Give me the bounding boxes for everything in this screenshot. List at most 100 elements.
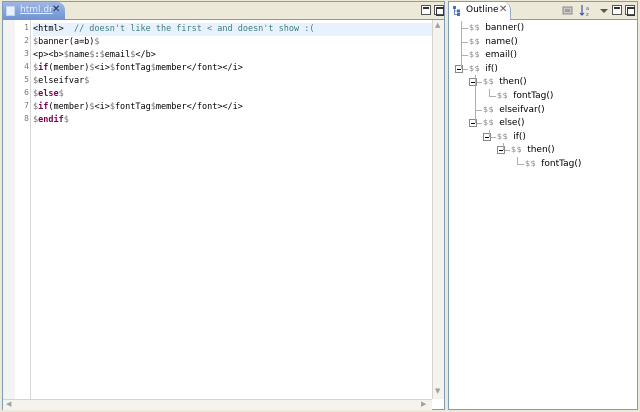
code-token-var: (member): [48, 63, 90, 73]
tree-connector: [517, 157, 518, 164]
node-type-icon: $$: [525, 159, 537, 168]
code-token-comment: // doesn't like the first < and doesn't …: [63, 24, 315, 34]
outline-tab[interactable]: Outline ✕: [449, 2, 511, 20]
code-token-tag: <i>: [94, 63, 110, 73]
line-number-ruler: 1 2 3 4 5 6 7 8: [15, 20, 31, 399]
code-token-tag: <html>: [33, 24, 64, 34]
tree-connector: [475, 75, 476, 124]
code-token-tag: <p><b>: [33, 50, 64, 60]
line-number: 8: [24, 114, 29, 123]
outline-node[interactable]: $$ else(): [483, 116, 524, 129]
outline-node-label: else(): [499, 118, 525, 129]
node-type-icon: $$: [497, 91, 509, 100]
html-file-icon: [6, 6, 15, 16]
code-token-var: banner(a=b): [38, 37, 95, 47]
outline-node[interactable]: $$ fontTag(): [497, 89, 553, 102]
node-type-icon: $$: [469, 36, 481, 46]
tree-connector: [517, 164, 524, 165]
svg-text:z: z: [586, 12, 589, 17]
tree-connector: [461, 55, 468, 57]
tree-connector: [461, 21, 462, 69]
node-type-icon: $$: [469, 63, 481, 73]
code-line[interactable]: $else$: [33, 88, 432, 101]
outline-node[interactable]: $$ if(): [497, 130, 526, 143]
code-line[interactable]: <html> // doesn't like the first < and d…: [33, 23, 432, 36]
code-token-var: member: [155, 102, 187, 112]
close-icon[interactable]: ✕: [52, 4, 60, 15]
hide-fields-icon[interactable]: [561, 4, 575, 17]
outline-tree[interactable]: $$ banner() $$ name() $$ email() $$ if() $$ then(…: [449, 21, 637, 409]
code-token-tag: <i>: [94, 102, 110, 112]
outline-icon: [453, 6, 460, 16]
outline-node[interactable]: $$ email(): [469, 48, 517, 61]
line-number: 5: [24, 75, 29, 84]
tree-connector: [461, 41, 468, 43]
editor-tab-label: html.dr: [20, 5, 53, 15]
outline-node[interactable]: $$ elseifvar(): [483, 103, 545, 116]
code-line[interactable]: $banner(a=b)$: [33, 36, 432, 49]
code-area[interactable]: <html> // doesn't like the first < and d…: [33, 20, 432, 399]
maximize-button[interactable]: [625, 5, 635, 16]
scroll-right-icon[interactable]: ▶: [421, 400, 426, 408]
tree-connector: [489, 129, 490, 137]
vertical-scrollbar[interactable]: ▲ ▼: [432, 20, 444, 399]
maximize-button[interactable]: [434, 5, 444, 16]
editor-tabbar: html.dr ✕: [3, 2, 444, 20]
line-number: 4: [24, 62, 29, 71]
line-number: 2: [24, 36, 29, 45]
scroll-left-icon[interactable]: ◀: [6, 400, 11, 408]
minimize-button[interactable]: [421, 5, 431, 15]
code-token-kw: if: [38, 102, 49, 112]
code-token-tag: </font></i>: [186, 63, 243, 73]
code-token-tag: </b>: [135, 50, 156, 60]
outline-node-label: fontTag(): [541, 159, 582, 169]
code-token-tag: </font></i>: [186, 102, 243, 112]
line-number: 3: [24, 49, 29, 58]
code-token-var: member: [155, 63, 187, 73]
annotation-gutter[interactable]: [3, 20, 15, 399]
outline-node-label: email(): [485, 50, 518, 61]
node-type-icon: $$: [469, 23, 481, 32]
code-token-var: fontTag: [114, 63, 151, 73]
code-line[interactable]: $if(member)$<i>$fontTag$member</font></i…: [33, 62, 432, 75]
outline-node[interactable]: $$ then(): [511, 143, 555, 156]
horizontal-scrollbar[interactable]: ◀ ▶: [3, 399, 432, 410]
line-number: 7: [24, 101, 29, 110]
code-token-dollar: $: [63, 115, 69, 125]
code-token-var: fontTag: [114, 102, 151, 112]
node-type-icon: $$: [511, 145, 523, 155]
outline-node-label: elseifvar(): [499, 104, 545, 115]
tree-connector: [489, 96, 496, 97]
outline-node[interactable]: $$ banner(): [469, 21, 524, 34]
node-type-icon: $$: [469, 50, 481, 60]
code-line[interactable]: $if(member)$<i>$fontTag$member</font></i…: [33, 101, 432, 114]
outline-node[interactable]: $$ then(): [483, 75, 527, 88]
outline-node[interactable]: $$ if(): [469, 62, 498, 75]
outline-tabbar: Outline ✕ a z: [449, 2, 637, 20]
view-menu-icon[interactable]: [597, 4, 611, 17]
outline-node[interactable]: $$ fontTag(): [525, 157, 581, 170]
line-number: 6: [24, 88, 29, 97]
code-line[interactable]: $elseifvar$: [33, 75, 432, 88]
close-icon[interactable]: ✕: [499, 4, 507, 15]
code-token-kw: else: [38, 89, 59, 99]
editor-pane: html.dr ✕ 1 2 3 4 5 6 7 8 <html> // doesn't lik…: [2, 1, 445, 410]
code-line[interactable]: <p><b>$name$:$email$</b>: [33, 49, 432, 62]
outline-node-label: name(): [485, 36, 518, 47]
tree-connector: [489, 89, 490, 96]
minimize-button[interactable]: [612, 5, 622, 15]
code-token-dollar: $: [58, 89, 64, 99]
outline-node-label: then(): [527, 145, 555, 156]
scroll-up-icon[interactable]: ▲: [435, 21, 440, 29]
code-token-var: email: [104, 50, 131, 60]
outline-view: Outline ✕ a z $$ banner() $$ name() $$ email(…: [448, 1, 638, 410]
sort-alpha-icon[interactable]: a z: [579, 4, 593, 17]
outline-node[interactable]: $$ name(): [469, 35, 518, 48]
outline-node-label: then(): [499, 77, 527, 88]
code-token-kw: if: [38, 63, 49, 73]
code-token-dollar: $: [84, 76, 90, 86]
scroll-down-icon[interactable]: ▼: [435, 387, 440, 395]
editor-tab[interactable]: html.dr ✕: [3, 2, 65, 20]
code-line[interactable]: $endif$: [33, 114, 432, 127]
line-number: 1: [24, 23, 29, 32]
